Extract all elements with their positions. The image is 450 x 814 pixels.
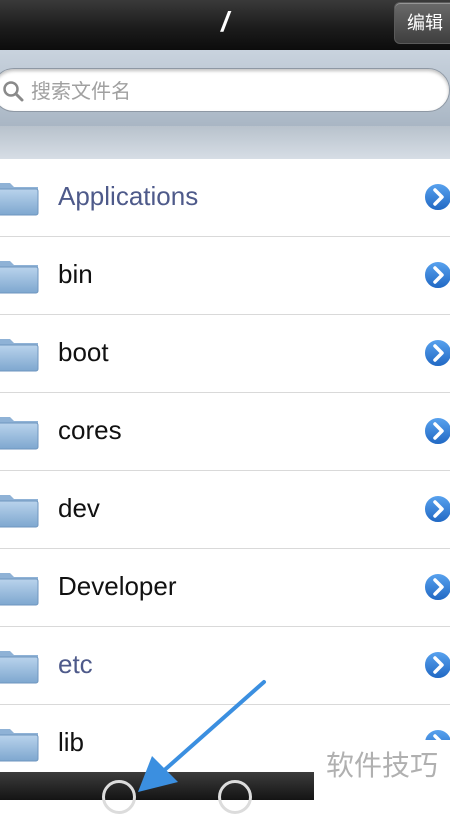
file-row[interactable]: bin [0, 237, 450, 315]
page-title: / [221, 6, 229, 37]
file-row[interactable]: dev [0, 471, 450, 549]
file-name: lib [58, 727, 85, 757]
disclosure-button-icon[interactable] [422, 493, 450, 525]
file-name: etc [58, 649, 93, 679]
folder-icon [0, 729, 39, 762]
folder-icon [0, 261, 39, 294]
file-row[interactable]: Applications [0, 159, 450, 237]
disclosure-button-icon[interactable] [422, 181, 450, 213]
file-name: bin [58, 259, 93, 289]
search-field[interactable] [0, 68, 450, 112]
watermark-text: 软件技巧 [314, 740, 450, 800]
file-name: cores [58, 415, 122, 445]
disclosure-button-icon[interactable] [422, 649, 450, 681]
disclosure-button-icon[interactable] [422, 415, 450, 447]
navigation-bar: / 编辑 [0, 0, 450, 51]
file-name: Developer [58, 571, 177, 601]
folder-icon [0, 417, 39, 450]
disclosure-button-icon[interactable] [422, 571, 450, 603]
disclosure-button-icon[interactable] [422, 259, 450, 291]
section-header [0, 126, 450, 159]
file-name: Applications [58, 181, 199, 211]
pointer-arrow-icon [138, 680, 266, 792]
search-input[interactable] [29, 75, 413, 107]
file-row[interactable]: boot [0, 315, 450, 393]
folder-icon [0, 495, 39, 528]
edit-button[interactable]: 编辑 [394, 2, 450, 44]
search-bar [0, 50, 450, 127]
folder-icon [0, 339, 39, 372]
file-row[interactable]: Developer [0, 549, 450, 627]
file-name: dev [58, 493, 100, 523]
folder-icon [0, 183, 39, 216]
file-row[interactable]: cores [0, 393, 450, 471]
file-name: boot [58, 337, 109, 367]
folder-icon [0, 573, 39, 606]
folder-icon [0, 651, 39, 684]
disclosure-button-icon[interactable] [422, 337, 450, 369]
search-icon [3, 81, 24, 102]
